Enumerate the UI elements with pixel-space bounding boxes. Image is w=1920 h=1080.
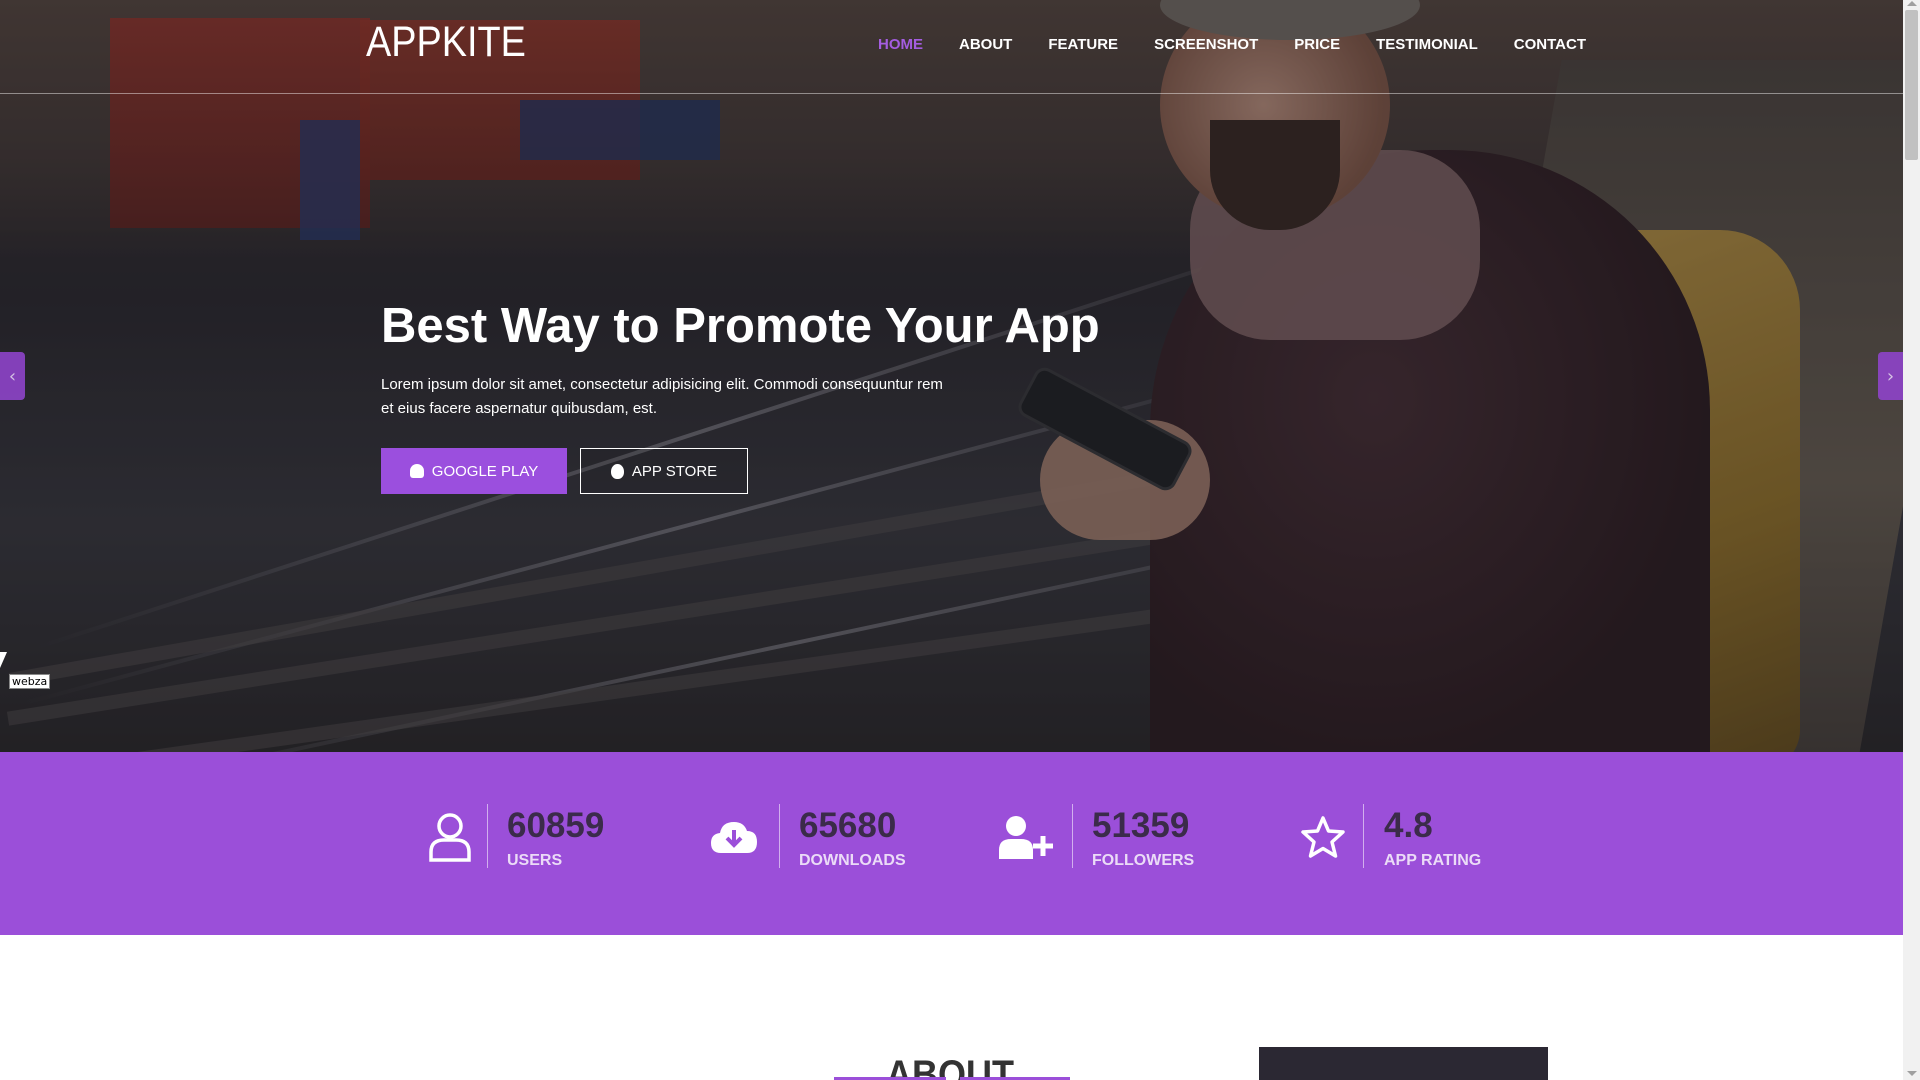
stat-label: DOWNLOADS: [799, 852, 906, 869]
app-store-label: APP STORE: [631, 462, 718, 480]
google-play-button[interactable]: GOOGLE PLAY: [381, 448, 567, 494]
cursor-tooltip: webza: [9, 674, 51, 689]
stat-divider: [487, 804, 488, 868]
app-store-button[interactable]: APP STORE: [580, 448, 748, 494]
scrollbar-thumb[interactable]: [1905, 10, 1918, 160]
stat-label: USERS: [507, 852, 563, 869]
nav-item-about[interactable]: ABOUT: [959, 36, 1012, 53]
slider-next-button[interactable]: ›: [1878, 352, 1903, 400]
page: APPKITE HOME ABOUT FEATURE SCREENSHOT PR…: [0, 0, 1903, 1080]
hero-title: Best Way to Promote Your App: [381, 298, 1100, 353]
about-dark-panel: [1259, 1047, 1548, 1080]
hero-description: Lorem ipsum dolor sit amet, consectetur …: [381, 376, 943, 417]
hero-overlay: [0, 0, 1903, 752]
nav-item-feature[interactable]: FEATURE: [1048, 36, 1118, 53]
stat-divider: [1072, 804, 1073, 868]
stats-section: 60859 USERS 65680 DOWNLOADS 51359 FOLLOW…: [0, 752, 1903, 935]
chevron-right-icon: ›: [1886, 365, 1895, 387]
stat-label: FOLLOWERS: [1092, 852, 1195, 869]
mouse-cursor-icon: [0, 652, 7, 668]
star-icon: [1298, 812, 1348, 862]
nav-item-contact[interactable]: CONTACT: [1514, 36, 1586, 53]
stat-number: 60859: [507, 806, 605, 845]
stat-number: 51359: [1092, 806, 1190, 845]
hero-section: APPKITE HOME ABOUT FEATURE SCREENSHOT PR…: [0, 0, 1903, 752]
user-plus-icon: [999, 812, 1055, 862]
cloud-download-icon: [709, 812, 759, 862]
nav-item-price[interactable]: PRICE: [1294, 36, 1340, 53]
brand-logo[interactable]: APPKITE: [366, 18, 526, 67]
navbar: APPKITE HOME ABOUT FEATURE SCREENSHOT PR…: [0, 0, 1903, 94]
nav-item-screenshot[interactable]: SCREENSHOT: [1154, 36, 1258, 53]
main-nav: HOME ABOUT FEATURE SCREENSHOT PRICE TEST…: [878, 36, 1622, 53]
scroll-up-arrow-icon[interactable]: [1907, 1, 1917, 6]
stat-divider: [1363, 804, 1364, 868]
about-heading: ABOUT: [886, 1053, 1014, 1080]
google-play-label: GOOGLE PLAY: [431, 462, 539, 480]
chevron-left-icon: ‹: [8, 365, 17, 387]
android-icon: [409, 464, 424, 478]
stat-label: APP RATING: [1384, 852, 1482, 869]
user-icon: [425, 812, 475, 862]
nav-item-home[interactable]: HOME: [878, 36, 923, 53]
stat-number: 65680: [799, 806, 897, 845]
apple-icon: [610, 463, 624, 479]
page-scrollbar[interactable]: [1903, 0, 1920, 1080]
nav-item-testimonial[interactable]: TESTIMONIAL: [1376, 36, 1478, 53]
stat-divider: [779, 804, 780, 868]
slider-prev-button[interactable]: ‹: [0, 352, 25, 400]
scroll-down-arrow-icon[interactable]: [1907, 1071, 1917, 1076]
stat-number: 4.8: [1384, 806, 1433, 845]
